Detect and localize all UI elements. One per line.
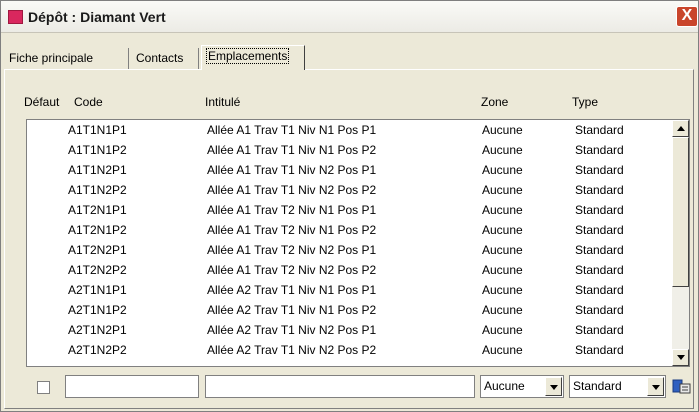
- row-type: Standard: [575, 143, 624, 157]
- edit-record-icon[interactable]: [672, 378, 692, 395]
- tab-emplacements-label: Emplacements: [206, 48, 290, 64]
- row-code: A1T1N2P1: [68, 163, 127, 177]
- row-zone: Aucune: [482, 223, 523, 237]
- table-row[interactable]: A2T1N1P2 Allée A2 Trav T1 Niv N1 Pos P2 Au…: [27, 300, 673, 320]
- table-row[interactable]: A2T1N2P2 Allée A2 Trav T1 Niv N2 Pos P2 Au…: [27, 340, 673, 360]
- table-row[interactable]: A1T2N1P1 Allée A1 Trav T2 Niv N1 Pos P1 Au…: [27, 200, 673, 220]
- vertical-scrollbar[interactable]: [672, 120, 689, 366]
- row-type: Standard: [575, 223, 624, 237]
- depot-window: Dépôt : Diamant Vert X Fiche principale …: [0, 0, 699, 412]
- row-label: Allée A2 Trav T1 Niv N1 Pos P1: [207, 283, 377, 297]
- table-row[interactable]: A2T1N2P1 Allée A2 Trav T1 Niv N2 Pos P1 Au…: [27, 320, 673, 340]
- row-label: Allée A1 Trav T2 Niv N1 Pos P2: [207, 223, 377, 237]
- row-type: Standard: [575, 243, 624, 257]
- table-row[interactable]: A2T1N1P1 Allée A2 Trav T1 Niv N1 Pos P1 Au…: [27, 280, 673, 300]
- row-zone: Aucune: [482, 143, 523, 157]
- zone-dropdown-button[interactable]: [545, 377, 562, 396]
- column-header-zone[interactable]: Zone: [481, 95, 508, 109]
- row-label: Allée A1 Trav T1 Niv N1 Pos P1: [207, 123, 377, 137]
- table-row[interactable]: A1T1N2P1 Allée A1 Trav T1 Niv N2 Pos P1 Au…: [27, 160, 673, 180]
- row-zone: Aucune: [482, 323, 523, 337]
- row-type: Standard: [575, 283, 624, 297]
- row-code: A1T1N2P2: [68, 183, 127, 197]
- type-dropdown-button[interactable]: [647, 377, 664, 396]
- scroll-thumb[interactable]: [672, 137, 689, 287]
- label-input[interactable]: [205, 375, 475, 398]
- row-zone: Aucune: [482, 183, 523, 197]
- row-label: Allée A1 Trav T2 Niv N1 Pos P1: [207, 203, 377, 217]
- type-select-value: Standard: [573, 379, 622, 393]
- row-type: Standard: [575, 263, 624, 277]
- type-select[interactable]: Standard: [569, 375, 666, 398]
- table-row[interactable]: A1T1N1P1 Allée A1 Trav T1 Niv N1 Pos P1 Au…: [27, 120, 673, 140]
- row-type: Standard: [575, 343, 624, 357]
- chevron-down-icon: [652, 385, 660, 390]
- default-checkbox[interactable]: [37, 381, 50, 394]
- column-header-label[interactable]: Intitulé: [205, 95, 240, 109]
- row-zone: Aucune: [482, 303, 523, 317]
- arrow-up-icon: [677, 126, 685, 131]
- row-code: A2T1N1P1: [68, 283, 127, 297]
- row-code: A2T1N2P1: [68, 323, 127, 337]
- row-zone: Aucune: [482, 263, 523, 277]
- row-code: A1T2N1P1: [68, 203, 127, 217]
- tab-fiche-principale[interactable]: Fiche principale: [5, 48, 129, 69]
- row-code: A1T1N1P1: [68, 123, 127, 137]
- table-row[interactable]: A1T1N1P2 Allée A1 Trav T1 Niv N1 Pos P2 Au…: [27, 140, 673, 160]
- table-row[interactable]: A1T1N2P2 Allée A1 Trav T1 Niv N2 Pos P2 Au…: [27, 180, 673, 200]
- zone-select[interactable]: Aucune: [480, 375, 564, 398]
- table-row[interactable]: A1T2N2P2 Allée A1 Trav T2 Niv N2 Pos P2 Au…: [27, 260, 673, 280]
- scroll-down-button[interactable]: [672, 349, 689, 366]
- table-row[interactable]: A1T2N1P2 Allée A1 Trav T2 Niv N1 Pos P2 Au…: [27, 220, 673, 240]
- tab-contacts[interactable]: Contacts: [132, 48, 199, 69]
- row-zone: Aucune: [482, 343, 523, 357]
- row-type: Standard: [575, 203, 624, 217]
- row-label: Allée A1 Trav T2 Niv N2 Pos P1: [207, 243, 377, 257]
- row-code: A1T2N2P2: [68, 263, 127, 277]
- row-type: Standard: [575, 183, 624, 197]
- code-input[interactable]: [65, 375, 199, 398]
- column-header-default[interactable]: Défaut: [24, 95, 59, 109]
- column-header-type[interactable]: Type: [572, 95, 598, 109]
- row-type: Standard: [575, 323, 624, 337]
- zone-select-value: Aucune: [484, 379, 525, 393]
- row-label: Allée A2 Trav T1 Niv N2 Pos P1: [207, 323, 377, 337]
- row-label: Allée A1 Trav T1 Niv N2 Pos P2: [207, 183, 377, 197]
- row-code: A2T1N2P2: [68, 343, 127, 357]
- scroll-up-button[interactable]: [672, 120, 689, 137]
- row-code: A1T1N1P2: [68, 143, 127, 157]
- row-zone: Aucune: [482, 163, 523, 177]
- locations-list[interactable]: A1T1N1P1 Allée A1 Trav T1 Niv N1 Pos P1 Au…: [26, 119, 690, 367]
- row-label: Allée A1 Trav T2 Niv N2 Pos P2: [207, 263, 377, 277]
- row-type: Standard: [575, 163, 624, 177]
- arrow-down-icon: [677, 355, 685, 360]
- row-label: Allée A1 Trav T1 Niv N2 Pos P1: [207, 163, 377, 177]
- window-title: Dépôt : Diamant Vert: [28, 9, 166, 25]
- row-type: Standard: [575, 303, 624, 317]
- chevron-down-icon: [550, 385, 558, 390]
- row-zone: Aucune: [482, 123, 523, 137]
- close-button[interactable]: X: [676, 6, 698, 27]
- tab-emplacements[interactable]: Emplacements: [201, 45, 305, 70]
- row-code: A1T2N1P2: [68, 223, 127, 237]
- row-label: Allée A2 Trav T1 Niv N1 Pos P2: [207, 303, 377, 317]
- row-type: Standard: [575, 123, 624, 137]
- app-icon: [8, 10, 23, 24]
- row-code: A2T1N1P2: [68, 303, 127, 317]
- row-zone: Aucune: [482, 243, 523, 257]
- row-zone: Aucune: [482, 203, 523, 217]
- table-row[interactable]: A1T2N2P1 Allée A1 Trav T2 Niv N2 Pos P1 Au…: [27, 240, 673, 260]
- title-bar: Dépôt : Diamant Vert X: [1, 1, 698, 33]
- row-label: Allée A1 Trav T1 Niv N1 Pos P2: [207, 143, 377, 157]
- row-label: Allée A2 Trav T1 Niv N2 Pos P2: [207, 343, 377, 357]
- column-header-code[interactable]: Code: [74, 95, 103, 109]
- row-code: A1T2N2P1: [68, 243, 127, 257]
- row-zone: Aucune: [482, 283, 523, 297]
